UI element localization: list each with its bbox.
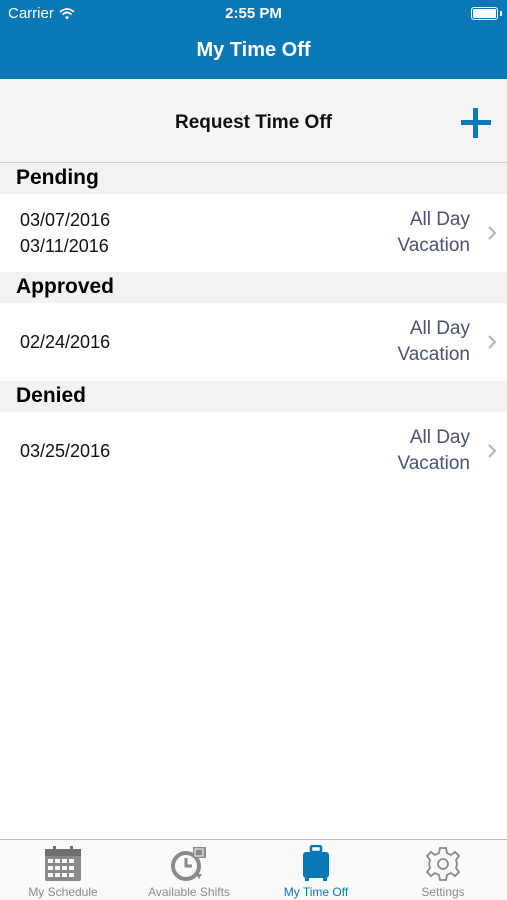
page-title: My Time Off bbox=[196, 39, 311, 61]
end-date: 03/11/2016 bbox=[20, 236, 109, 256]
battery-icon bbox=[471, 7, 502, 20]
add-request-button[interactable] bbox=[458, 105, 494, 141]
tab-label: Settings bbox=[421, 885, 465, 899]
section-title: Pending bbox=[16, 166, 99, 189]
type-label: Vacation bbox=[397, 453, 470, 474]
date-range: 03/07/2016 03/11/2016 bbox=[20, 207, 110, 259]
section-title: Denied bbox=[16, 384, 87, 407]
request-info: All Day Vacation bbox=[397, 316, 470, 368]
duration-label: All Day bbox=[409, 209, 470, 230]
suitcase-icon bbox=[303, 845, 329, 881]
type-label: Vacation bbox=[397, 344, 470, 365]
tab-label: My Time Off bbox=[283, 885, 349, 899]
duration-label: All Day bbox=[409, 427, 470, 448]
time-off-row[interactable]: 03/07/2016 03/11/2016 All Day Vacation bbox=[0, 194, 507, 272]
date-range: 03/25/2016 bbox=[20, 438, 110, 464]
chevron-right-icon bbox=[488, 335, 497, 349]
start-date: 03/25/2016 bbox=[20, 441, 111, 461]
tab-label: Available Shifts bbox=[148, 885, 230, 899]
section-header-approved: Approved bbox=[0, 272, 507, 303]
type-label: Vacation bbox=[397, 235, 470, 256]
chevron-right-icon bbox=[488, 226, 497, 240]
gear-icon bbox=[425, 847, 461, 881]
tab-bar: My Schedule Available Shifts My Time Off… bbox=[0, 839, 507, 900]
section-header-denied: Denied bbox=[0, 381, 507, 412]
request-time-off-bar[interactable]: Request Time Off bbox=[0, 79, 507, 163]
tab-label: My Schedule bbox=[28, 885, 98, 899]
start-date: 02/24/2016 bbox=[20, 332, 111, 352]
time-off-row[interactable]: 02/24/2016 All Day Vacation bbox=[0, 303, 507, 381]
request-info: All Day Vacation bbox=[397, 425, 470, 477]
nav-header: Carrier 2:55 PM My Time Off bbox=[0, 0, 507, 79]
request-time-off-label: Request Time Off bbox=[175, 112, 332, 133]
tab-settings[interactable]: Settings bbox=[380, 840, 506, 900]
time-off-row[interactable]: 03/25/2016 All Day Vacation bbox=[0, 412, 507, 490]
calendar-icon bbox=[45, 846, 81, 881]
status-time: 2:55 PM bbox=[225, 5, 282, 22]
request-info: All Day Vacation bbox=[397, 207, 470, 259]
tab-available-shifts[interactable]: Available Shifts bbox=[126, 840, 252, 900]
section-title: Approved bbox=[16, 275, 115, 298]
start-date: 03/07/2016 bbox=[20, 210, 111, 230]
clock-24-icon bbox=[171, 847, 206, 881]
duration-label: All Day bbox=[409, 318, 470, 339]
date-range: 02/24/2016 bbox=[20, 329, 110, 355]
plus-icon bbox=[461, 108, 491, 138]
status-bar: Carrier 2:55 PM bbox=[0, 0, 507, 28]
section-header-pending: Pending bbox=[0, 163, 507, 194]
tab-my-schedule[interactable]: My Schedule bbox=[0, 840, 126, 900]
tab-my-time-off[interactable]: My Time Off bbox=[253, 840, 379, 900]
chevron-right-icon bbox=[488, 444, 497, 458]
